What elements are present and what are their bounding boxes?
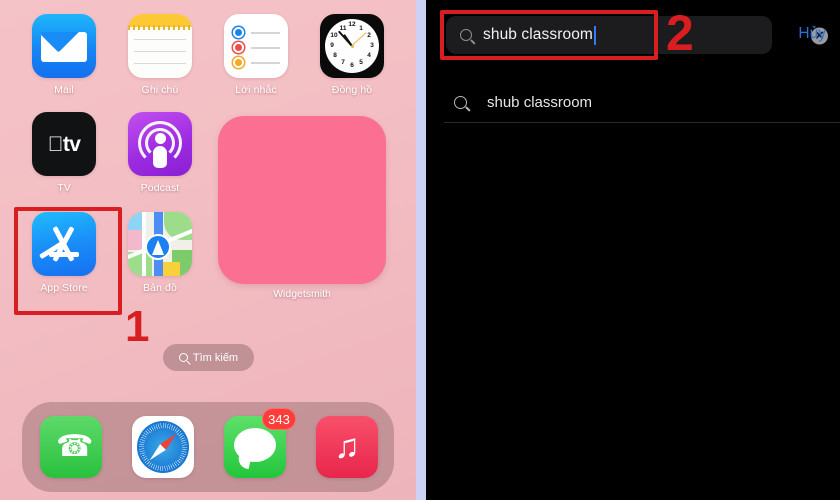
app-icon-maps[interactable]: Bản đồ [112,212,208,294]
dock-item-music[interactable]: ♫ [316,416,378,478]
search-suggestion-row[interactable]: shub classroom [426,82,840,122]
app-label: App Store [40,282,88,294]
dock-item-safari[interactable] [132,416,194,478]
home-search-label: Tìm kiếm [192,351,239,364]
app-icon-app-store[interactable]: App Store [16,212,112,294]
widgetsmith-widget[interactable] [218,116,386,284]
search-input-value: shub classroom [483,26,593,43]
cancel-button[interactable]: Hủy [798,25,826,43]
dock: ☎ 343 ♫ [22,402,394,492]
mail-icon [32,14,96,78]
podcast-icon [128,112,192,176]
search-bar-row: shub classroom ✕ Hủy [426,14,840,58]
search-icon [460,29,472,41]
ios-home-screen-panel: Mail Ghi chú Lời nhắc 12 1 2 3 4 5 6 7 8… [0,0,416,500]
app-store-search-panel: shub classroom ✕ Hủy shub classroom 2 [426,0,840,500]
maps-icon [128,212,192,276]
app-icon-notes[interactable]: Ghi chú [112,14,208,96]
app-icon-reminders[interactable]: Lời nhắc [208,14,304,96]
annotation-number-1: 1 [125,302,150,351]
app-icon-podcast[interactable]: Podcast [112,112,208,194]
app-label: Đồng hồ [331,84,373,96]
phone-icon: ☎ [40,416,102,478]
widget-label: Widgetsmith [273,288,331,300]
app-label: Bản đồ [143,282,177,294]
search-icon [454,95,467,109]
dock-item-phone[interactable]: ☎ [40,416,102,478]
search-input[interactable]: shub classroom [446,16,772,54]
clock-icon: 12 1 2 3 4 5 6 7 8 9 10 11 [320,14,384,78]
panel-divider [416,0,426,500]
app-label: Ghi chú [141,84,179,96]
music-icon: ♫ [316,416,378,478]
suggestion-label: shub classroom [487,93,593,111]
apple-tv-icon: tv [32,112,96,176]
safari-icon [132,416,194,478]
notes-icon [128,14,192,78]
app-label: Mail [54,84,74,96]
row-separator [444,122,840,123]
dock-item-messages[interactable]: 343 [224,408,296,478]
reminders-icon [224,14,288,78]
app-label: Lời nhắc [235,84,277,96]
app-icon-apple-tv[interactable]: tv TV [16,112,112,194]
app-label: TV [57,182,71,194]
app-label: Podcast [140,182,180,194]
tutorial-screenshot: Mail Ghi chú Lời nhắc 1 2 1 2 3 4 5 6 7 8… [0,0,840,500]
app-icon-mail[interactable]: Mail [16,14,112,96]
home-search-pill[interactable]: Tìm kiếm [163,344,254,371]
messages-badge: 343 [262,408,296,430]
app-icon-clock[interactable]: 12 1 2 3 4 5 6 7 8 9 10 11 Đồng hồ [304,14,400,96]
search-icon [178,353,188,362]
text-caret [593,25,596,45]
annotation-number-2: 2 [666,5,694,61]
app-store-icon [32,212,96,276]
